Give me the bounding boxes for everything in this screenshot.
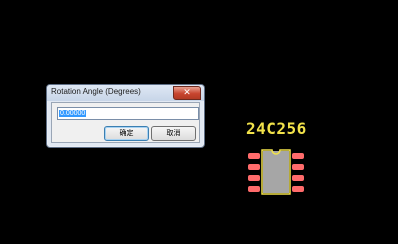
pad-1 bbox=[248, 153, 260, 159]
close-icon: ✕ bbox=[183, 88, 191, 98]
ok-button[interactable]: 确定 bbox=[104, 126, 149, 141]
rotation-angle-dialog: Rotation Angle (Degrees) ✕ 0.00000 确定 取消 bbox=[46, 84, 205, 148]
pad-3 bbox=[248, 175, 260, 181]
cancel-button[interactable]: 取消 bbox=[151, 126, 196, 141]
angle-value-selected: 0.00000 bbox=[59, 110, 87, 117]
pad-6 bbox=[292, 164, 304, 170]
close-button[interactable]: ✕ bbox=[173, 86, 201, 100]
pad-5 bbox=[292, 153, 304, 159]
pad-2 bbox=[248, 164, 260, 170]
component-designator: 24C256 bbox=[246, 119, 307, 138]
dialog-body: 0.00000 确定 取消 bbox=[51, 102, 200, 143]
ic-footprint[interactable] bbox=[246, 148, 306, 196]
rotation-angle-input[interactable]: 0.00000 bbox=[57, 107, 199, 120]
dialog-titlebar[interactable]: Rotation Angle (Degrees) ✕ bbox=[47, 85, 204, 101]
pad-7 bbox=[292, 175, 304, 181]
chip-body bbox=[263, 151, 289, 193]
pad-4 bbox=[248, 186, 260, 192]
pad-8 bbox=[292, 186, 304, 192]
dialog-title: Rotation Angle (Degrees) bbox=[51, 87, 141, 96]
